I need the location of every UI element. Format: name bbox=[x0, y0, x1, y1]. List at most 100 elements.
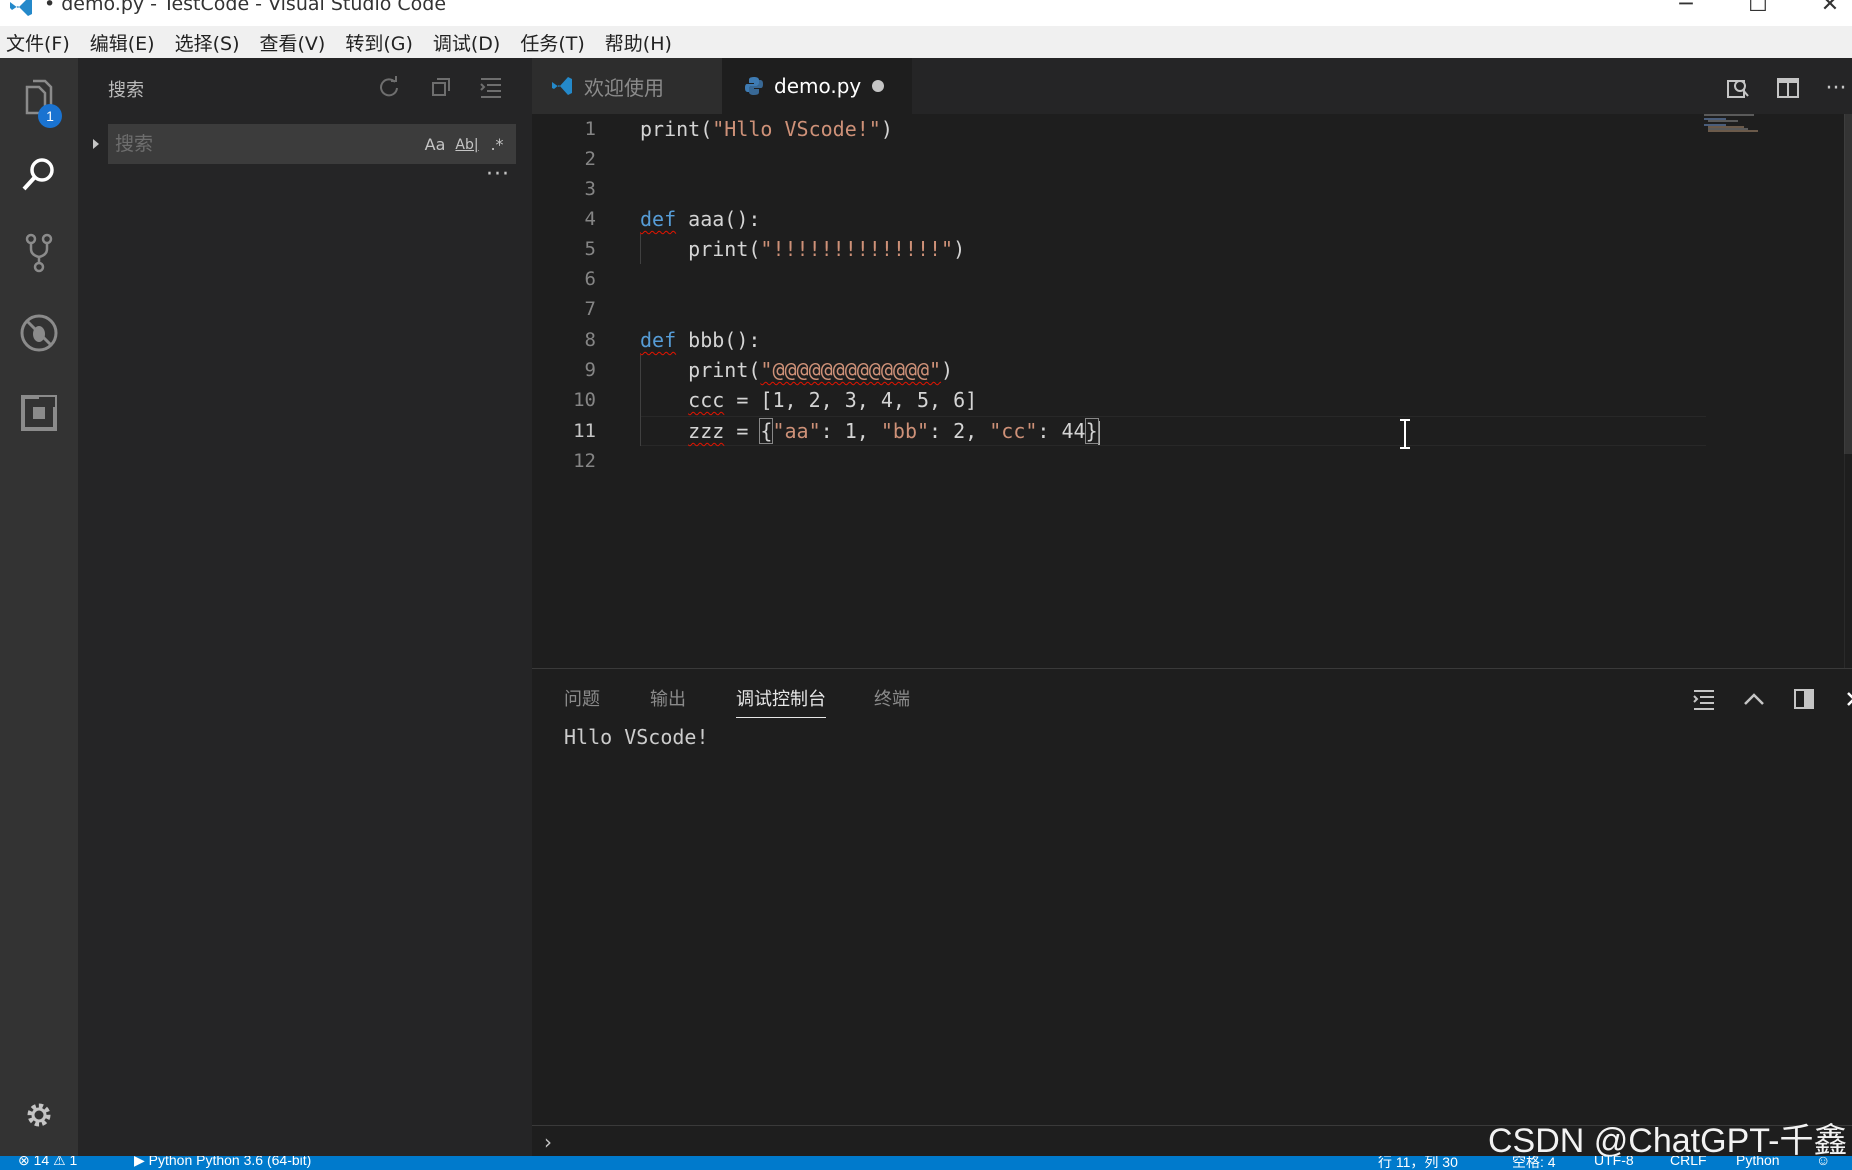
editor-tab-bar: 欢迎使用 demo.py ··· bbox=[532, 58, 1852, 114]
line-number: 2 bbox=[584, 148, 596, 170]
chevron-right-icon: › bbox=[544, 1130, 552, 1154]
close-icon bbox=[1847, 692, 1852, 706]
split-editor-button[interactable] bbox=[1772, 72, 1804, 104]
panel-tab-debug-console[interactable]: 调试控制台 bbox=[736, 685, 826, 718]
split-editor-icon bbox=[1777, 78, 1799, 98]
match-case-toggle[interactable]: Aa bbox=[421, 131, 449, 159]
line-number: 4 bbox=[584, 208, 596, 230]
code-line-9: print("@@@@@@@@@@@@@") bbox=[640, 358, 954, 382]
clear-icon bbox=[432, 78, 450, 96]
menu-tasks[interactable]: 任务(T) bbox=[520, 29, 584, 56]
tab-demo-py[interactable]: demo.py bbox=[722, 58, 912, 114]
chevron-up-icon bbox=[1744, 693, 1764, 705]
activity-settings[interactable] bbox=[0, 1080, 78, 1150]
clear-console-icon bbox=[1693, 690, 1714, 710]
code-editor[interactable]: 1 2 3 4 5 6 7 8 9 10 11 12 print("Hllo V… bbox=[532, 114, 1852, 668]
eol-status[interactable]: CRLF bbox=[1670, 1156, 1707, 1168]
refresh-button[interactable] bbox=[374, 72, 404, 102]
clear-console-button[interactable] bbox=[1688, 683, 1720, 715]
menu-goto[interactable]: 转到(G) bbox=[345, 29, 413, 56]
line-number-current: 11 bbox=[573, 420, 596, 442]
panel-tab-output[interactable]: 输出 bbox=[650, 685, 686, 711]
debug-console-output: Hllo VScode! bbox=[564, 725, 709, 749]
search-box: Aa Ab| .* bbox=[108, 124, 516, 164]
cursor-position-status[interactable]: 行 11，列 30 bbox=[1378, 1156, 1458, 1170]
line-number: 3 bbox=[584, 178, 596, 200]
line-number: 1 bbox=[584, 118, 596, 140]
unsaved-indicator[interactable] bbox=[872, 80, 884, 92]
search-input[interactable] bbox=[115, 129, 405, 159]
encoding-status[interactable]: UTF-8 bbox=[1594, 1156, 1634, 1168]
menu-bar: 文件(F) 编辑(E) 选择(S) 查看(V) 转到(G) 调试(D) 任务(T… bbox=[0, 26, 1852, 58]
ibeam-cursor-icon bbox=[1400, 419, 1410, 449]
code-line-10: ccc = [1, 2, 3, 4, 5, 6] bbox=[688, 388, 978, 412]
editor-scrollbar-thumb[interactable] bbox=[1844, 114, 1852, 454]
search-details-toggle[interactable]: ··· bbox=[486, 162, 510, 187]
debug-icon bbox=[20, 314, 58, 352]
python-icon bbox=[744, 76, 764, 96]
activity-bar: 1 bbox=[0, 58, 78, 1156]
line-number: 12 bbox=[573, 450, 596, 472]
activity-source-control[interactable] bbox=[0, 218, 78, 288]
problems-status[interactable]: ⊗ 14 ⚠ 1 bbox=[18, 1156, 77, 1169]
text-cursor bbox=[1097, 420, 1100, 445]
collapse-icon bbox=[480, 78, 501, 98]
panel-layout-icon bbox=[1794, 689, 1814, 709]
line-number: 6 bbox=[584, 268, 596, 290]
regex-toggle[interactable]: .* bbox=[483, 131, 511, 159]
activity-debug[interactable] bbox=[0, 298, 78, 368]
feedback-icon[interactable]: ☺ bbox=[1816, 1156, 1830, 1168]
maximize-panel-button[interactable] bbox=[1738, 683, 1770, 715]
minimap[interactable] bbox=[1704, 114, 1824, 668]
language-status[interactable]: Python bbox=[1736, 1156, 1780, 1168]
clear-results-button[interactable] bbox=[426, 72, 456, 102]
indentation-status[interactable]: 空格: 4 bbox=[1512, 1156, 1556, 1170]
menu-view[interactable]: 查看(V) bbox=[260, 29, 326, 56]
toggle-panel-position-button[interactable] bbox=[1788, 683, 1820, 715]
maximize-button[interactable]: ☐ bbox=[1738, 0, 1778, 17]
menu-help[interactable]: 帮助(H) bbox=[605, 29, 672, 56]
line-number: 10 bbox=[573, 389, 596, 411]
vscode-icon bbox=[550, 75, 574, 97]
close-window-button[interactable]: ✕ bbox=[1810, 0, 1850, 17]
status-bar: ⊗ 14 ⚠ 1 ▶ Python Python 3.6 (64-bit) 行 … bbox=[0, 1156, 1852, 1170]
open-preview-icon bbox=[1727, 80, 1749, 98]
code-line-11: zzz = {"aa": 1, "bb": 2, "cc": 44} bbox=[688, 418, 1100, 445]
sidebar-title: 搜索 bbox=[108, 80, 144, 101]
tab-label: demo.py bbox=[774, 74, 862, 98]
line-number: 9 bbox=[584, 359, 596, 381]
code-line-5: print("!!!!!!!!!!!!!!") bbox=[640, 237, 966, 261]
code-line-1: print("Hllo VScode!") bbox=[640, 117, 893, 141]
menu-edit[interactable]: 编辑(E) bbox=[90, 29, 155, 56]
tab-welcome[interactable]: 欢迎使用 bbox=[532, 58, 722, 114]
activity-extensions[interactable] bbox=[0, 378, 78, 448]
menu-file[interactable]: 文件(F) bbox=[6, 29, 70, 56]
explorer-badge: 1 bbox=[38, 104, 62, 128]
line-number: 7 bbox=[584, 298, 596, 320]
more-actions-button[interactable]: ··· bbox=[1820, 72, 1852, 104]
panel-tab-problems[interactable]: 问题 bbox=[564, 685, 600, 711]
gear-icon bbox=[27, 1103, 51, 1127]
refresh-icon bbox=[380, 76, 398, 97]
search-sidebar: 搜索 Aa Ab| .* ··· bbox=[78, 58, 532, 1156]
open-changes-button[interactable] bbox=[1722, 72, 1754, 104]
search-icon bbox=[22, 158, 54, 191]
watermark: CSDN @ChatGPT-千鑫 bbox=[1488, 1122, 1848, 1160]
code-line-8: def bbb(): bbox=[640, 328, 761, 352]
toggle-replace-icon[interactable] bbox=[88, 136, 104, 152]
activity-explorer[interactable]: 1 bbox=[0, 62, 78, 132]
whole-word-toggle[interactable]: Ab| bbox=[453, 131, 481, 159]
panel-tab-terminal[interactable]: 终端 bbox=[874, 685, 910, 711]
extensions-icon bbox=[21, 395, 57, 431]
activity-search[interactable] bbox=[0, 140, 78, 210]
window-title: • demo.py - TestCode - Visual Studio Cod… bbox=[44, 0, 447, 15]
interpreter-status[interactable]: ▶ Python Python 3.6 (64-bit) bbox=[134, 1156, 311, 1169]
menu-selection[interactable]: 选择(S) bbox=[175, 29, 240, 56]
tab-label: 欢迎使用 bbox=[584, 75, 664, 100]
close-panel-button[interactable] bbox=[1838, 683, 1852, 715]
code-line-4: def aaa(): bbox=[640, 207, 761, 231]
minimize-button[interactable]: ─ bbox=[1666, 0, 1706, 17]
source-control-icon bbox=[25, 233, 53, 273]
menu-debug[interactable]: 调试(D) bbox=[433, 29, 500, 56]
collapse-all-button[interactable] bbox=[476, 72, 506, 102]
